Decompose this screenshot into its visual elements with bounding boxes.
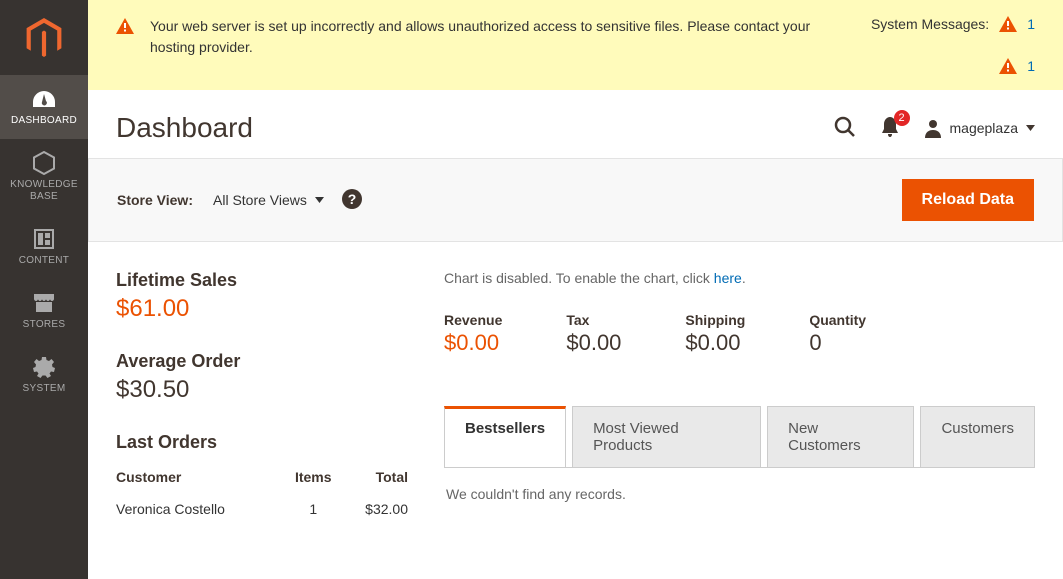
dashboard-icon: [0, 85, 88, 113]
tab-customers[interactable]: Customers: [920, 406, 1035, 468]
sidebar-label: KNOWLEDGE BASE: [0, 179, 88, 203]
store-view-toolbar: Store View: All Store Views ? Reload Dat…: [88, 158, 1063, 242]
gear-icon: [0, 353, 88, 381]
col-total: Total: [342, 463, 408, 491]
last-orders-table: Customer Items Total Veronica Costello 1…: [116, 463, 408, 527]
cell-total: $32.00: [342, 491, 408, 527]
user-name: mageplaza: [950, 120, 1019, 136]
metric-tax: Tax $0.00: [566, 312, 621, 356]
admin-sidebar: DASHBOARD KNOWLEDGE BASE CONTENT STORES …: [0, 0, 88, 579]
product-tabs: Bestsellers Most Viewed Products New Cus…: [444, 406, 1035, 468]
magento-logo[interactable]: [0, 0, 88, 75]
reload-data-button[interactable]: Reload Data: [902, 179, 1034, 221]
store-view-label: Store View:: [117, 192, 193, 208]
sidebar-label: CONTENT: [0, 255, 88, 267]
table-row[interactable]: Veronica Costello 1 $32.00: [116, 491, 408, 527]
warning-icon: [999, 58, 1017, 74]
sidebar-label: STORES: [0, 319, 88, 331]
lifetime-sales-label: Lifetime Sales: [116, 270, 408, 291]
notifications-icon[interactable]: 2: [880, 116, 900, 141]
average-order-label: Average Order: [116, 351, 408, 372]
content-icon: [0, 225, 88, 253]
chart-disabled-note: Chart is disabled. To enable the chart, …: [444, 270, 1035, 286]
sidebar-item-stores[interactable]: STORES: [0, 279, 88, 343]
enable-chart-link[interactable]: here: [714, 270, 742, 286]
system-messages-summary[interactable]: System Messages: 1: [871, 16, 1035, 32]
sidebar-item-content[interactable]: CONTENT: [0, 215, 88, 279]
sidebar-item-system[interactable]: SYSTEM: [0, 343, 88, 407]
system-messages-extra[interactable]: 1: [999, 58, 1035, 74]
col-customer: Customer: [116, 463, 285, 491]
stores-icon: [0, 289, 88, 317]
tab-most-viewed[interactable]: Most Viewed Products: [572, 406, 761, 468]
store-view-select[interactable]: All Store Views: [213, 192, 324, 208]
average-order-value: $30.50: [116, 376, 408, 404]
page-header: Dashboard 2 mageplaza: [88, 90, 1063, 158]
metric-quantity: Quantity 0: [809, 312, 866, 356]
warning-icon: [999, 16, 1017, 32]
sidebar-label: DASHBOARD: [0, 115, 88, 127]
notification-badge: 2: [894, 110, 910, 126]
cell-customer: Veronica Costello: [116, 491, 285, 527]
tab-panel-empty: We couldn't find any records.: [444, 467, 1035, 520]
chevron-down-icon: [315, 197, 324, 203]
warning-icon: [116, 16, 140, 74]
user-menu[interactable]: mageplaza: [924, 118, 1036, 138]
lifetime-sales-value: $61.00: [116, 295, 408, 323]
sidebar-label: SYSTEM: [0, 383, 88, 395]
help-icon[interactable]: ?: [342, 189, 362, 212]
system-message-text: Your web server is set up incorrectly an…: [140, 16, 871, 74]
tab-bestsellers[interactable]: Bestsellers: [444, 406, 566, 468]
chevron-down-icon: [1026, 125, 1035, 131]
metric-revenue: Revenue $0.00: [444, 312, 502, 356]
sidebar-item-dashboard[interactable]: DASHBOARD: [0, 75, 88, 139]
hexagon-icon: [0, 149, 88, 177]
last-orders-title: Last Orders: [116, 432, 408, 453]
svg-text:?: ?: [348, 191, 357, 207]
metric-shipping: Shipping $0.00: [685, 312, 745, 356]
cell-items: 1: [285, 491, 342, 527]
sidebar-item-knowledge-base[interactable]: KNOWLEDGE BASE: [0, 139, 88, 215]
page-title: Dashboard: [116, 112, 834, 144]
system-messages-banner: Your web server is set up incorrectly an…: [88, 0, 1063, 90]
user-icon: [924, 118, 942, 138]
col-items: Items: [285, 463, 342, 491]
tab-new-customers[interactable]: New Customers: [767, 406, 914, 468]
search-icon[interactable]: [834, 116, 856, 141]
